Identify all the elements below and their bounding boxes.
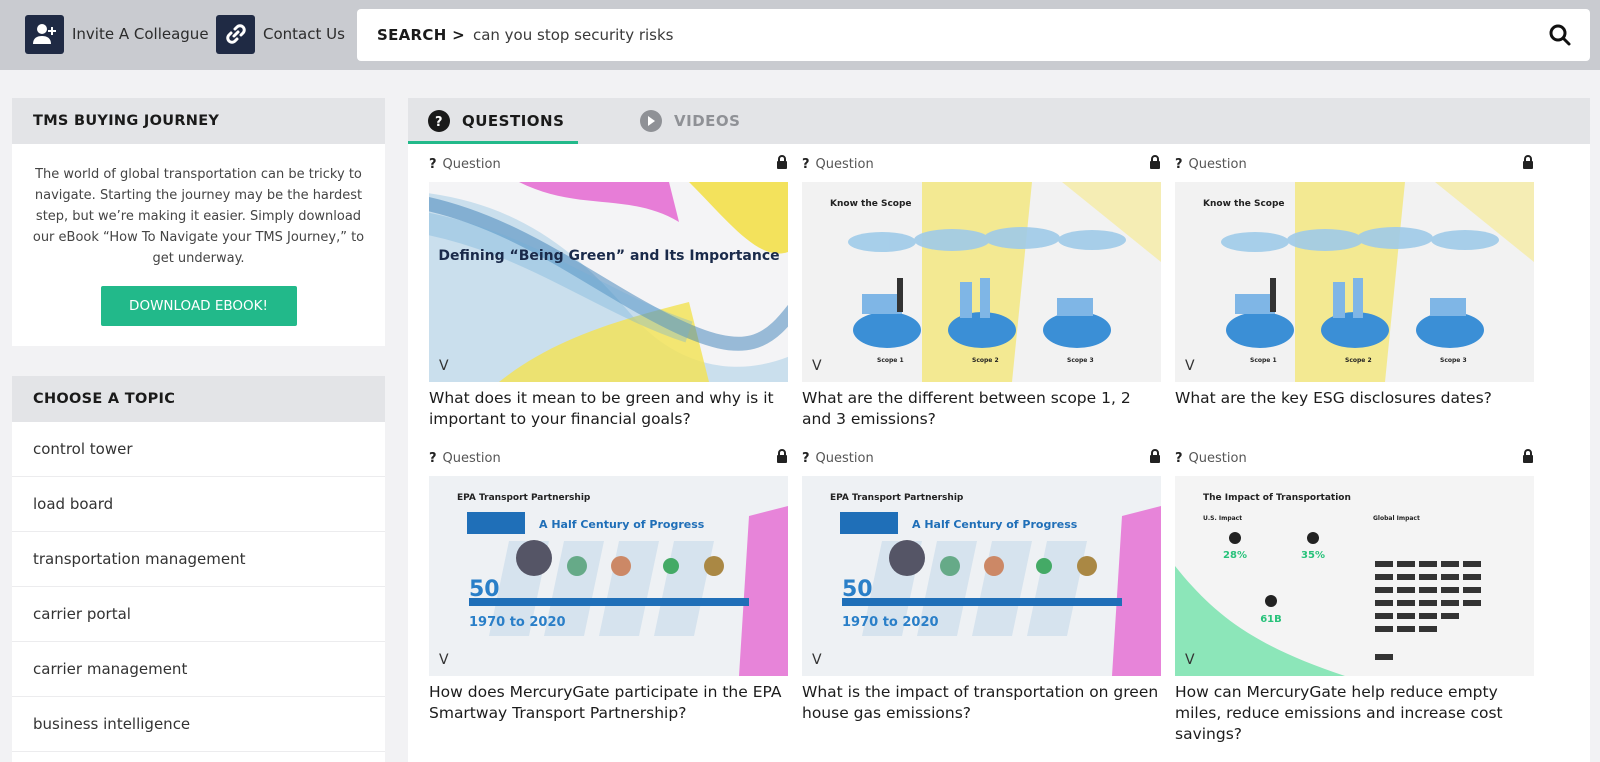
question-mark-icon: ? [802, 450, 810, 466]
lock-icon [1149, 155, 1161, 173]
card-tag: Question [442, 156, 501, 172]
question-mark-icon: ? [429, 450, 437, 466]
svg-text:V: V [439, 652, 449, 668]
download-ebook-button[interactable]: DOWNLOAD EBOOK! [100, 286, 297, 326]
question-mark-icon: ? [802, 156, 810, 172]
card-thumbnail: The Impact of Transportation U.S. Impact… [1175, 476, 1534, 676]
svg-text:Scope 2: Scope 2 [972, 357, 999, 364]
journey-title: TMS BUYING JOURNEY [12, 98, 385, 144]
topics-panel: CHOOSE A TOPIC control tower load board … [12, 376, 385, 762]
topic-carrier-portal[interactable]: carrier portal [12, 587, 385, 642]
thumb-caption: EPA Transport Partnership [830, 493, 964, 503]
tab-questions[interactable]: ? QUESTIONS [428, 98, 564, 144]
question-card[interactable]: ? Question Defining “Being Green” and Its… [429, 154, 788, 430]
svg-text:Scope 3: Scope 3 [1067, 357, 1094, 364]
topic-carrier-management[interactable]: carrier management [12, 642, 385, 697]
active-tab-indicator [408, 141, 578, 144]
thumb-caption: EPA Transport Partnership [457, 493, 591, 503]
svg-text:?: ? [435, 115, 443, 128]
topic-business-intelligence[interactable]: business intelligence [12, 697, 385, 752]
svg-text:Scope 2: Scope 2 [1345, 357, 1372, 364]
play-circle-icon [640, 110, 662, 132]
card-title: What is the impact of transportation on … [802, 683, 1159, 722]
card-thumbnail: Know the Scope Scope 1 Scope 2 Scope 3 V [802, 182, 1161, 382]
lock-icon [776, 155, 788, 173]
topic-load-board[interactable]: load board [12, 477, 385, 532]
lock-icon [1522, 449, 1534, 467]
tab-questions-label: QUESTIONS [462, 112, 565, 130]
svg-text:U.S. Impact: U.S. Impact [1203, 515, 1242, 522]
svg-text:V: V [812, 358, 822, 374]
search-input[interactable] [472, 26, 1493, 44]
svg-text:35%: 35% [1301, 550, 1325, 561]
svg-text:28%: 28% [1223, 550, 1247, 561]
card-tag: Question [1188, 156, 1247, 172]
card-title: What are the key ESG disclosures dates? [1175, 389, 1492, 407]
svg-text:A Half Century of Progress: A Half Century of Progress [912, 518, 1078, 531]
card-thumbnail: EPA Transport Partnership A Half Century… [429, 476, 788, 676]
tab-videos[interactable]: VIDEOS [640, 98, 740, 144]
question-mark-icon: ? [1175, 450, 1183, 466]
thumb-caption: Know the Scope [830, 199, 912, 209]
lock-icon [1149, 449, 1161, 467]
svg-text:50: 50 [842, 577, 873, 602]
card-tag: Question [442, 450, 501, 466]
svg-text:V: V [439, 358, 449, 374]
card-title: What does it mean to be green and why is… [429, 389, 774, 428]
svg-text:A Half Century of Progress: A Half Century of Progress [539, 518, 705, 531]
journey-description: The world of global transportation can b… [32, 167, 365, 266]
card-title: How can MercuryGate help reduce empty mi… [1175, 683, 1503, 743]
lock-icon [776, 449, 788, 467]
svg-text:V: V [1185, 358, 1195, 374]
top-bar: Invite A Colleague Contact Us SEARCH > [0, 0, 1600, 70]
topic-control-tower[interactable]: control tower [12, 422, 385, 477]
card-tag: Question [815, 450, 874, 466]
question-card[interactable]: ? Question EPA Transport Partnership A Ha… [429, 448, 788, 724]
card-tag: Question [815, 156, 874, 172]
svg-text:Scope 3: Scope 3 [1440, 357, 1467, 364]
svg-text:Scope 1: Scope 1 [1250, 357, 1277, 364]
question-card[interactable]: ? Question Know the Scope Scope 1 Scope 2 [1175, 154, 1534, 409]
svg-text:V: V [812, 652, 822, 668]
question-card[interactable]: ? Question Know the Scope Scope 1 Scope 2 [802, 154, 1161, 430]
svg-text:1970 to 2020: 1970 to 2020 [469, 615, 566, 630]
card-title: What are the different between scope 1, … [802, 389, 1131, 428]
topics-title: CHOOSE A TOPIC [12, 376, 385, 422]
svg-text:50: 50 [469, 577, 500, 602]
add-user-icon [25, 14, 64, 54]
invite-colleague-label: Invite A Colleague [72, 25, 209, 43]
card-tag: Question [1188, 450, 1247, 466]
tms-journey-panel: TMS BUYING JOURNEY The world of global t… [12, 98, 385, 346]
topic-transportation-management[interactable]: transportation management [12, 532, 385, 587]
search-bar: SEARCH > [357, 9, 1590, 61]
question-card[interactable]: ? Question The Impact of Transportation U… [1175, 448, 1534, 745]
content-tabs: ? QUESTIONS VIDEOS [408, 98, 1590, 144]
contact-us-button[interactable]: Contact Us [216, 14, 345, 54]
svg-text:1970 to 2020: 1970 to 2020 [842, 615, 939, 630]
svg-text:Global Impact: Global Impact [1373, 515, 1420, 522]
contact-us-label: Contact Us [263, 25, 345, 43]
card-thumbnail: Defining “Being Green” and Its Importanc… [429, 182, 788, 382]
question-mark-icon: ? [1175, 156, 1183, 172]
card-title: How does MercuryGate participate in the … [429, 683, 782, 722]
question-card[interactable]: ? Question EPA Transport Partnership A Ha… [802, 448, 1161, 724]
link-icon [216, 14, 255, 54]
invite-colleague-button[interactable]: Invite A Colleague [25, 14, 209, 54]
svg-text:Scope 1: Scope 1 [877, 357, 904, 364]
lock-icon [1522, 155, 1534, 173]
main-content: ? QUESTIONS VIDEOS ? Question Defining “… [408, 98, 1590, 762]
thumb-caption: Defining “Being Green” and Its Importanc… [438, 248, 779, 264]
svg-text:V: V [1185, 652, 1195, 668]
thumb-caption: The Impact of Transportation [1203, 493, 1351, 503]
search-prefix: SEARCH > [377, 26, 465, 44]
svg-text:61B: 61B [1260, 614, 1282, 625]
question-circle-icon: ? [428, 110, 450, 132]
thumb-caption: Know the Scope [1203, 199, 1285, 209]
card-thumbnail: EPA Transport Partnership A Half Century… [802, 476, 1161, 676]
question-mark-icon: ? [429, 156, 437, 172]
search-icon[interactable] [1548, 23, 1572, 47]
tab-videos-label: VIDEOS [674, 112, 741, 130]
card-thumbnail: Know the Scope Scope 1 Scope 2 Scope 3 V [1175, 182, 1534, 382]
